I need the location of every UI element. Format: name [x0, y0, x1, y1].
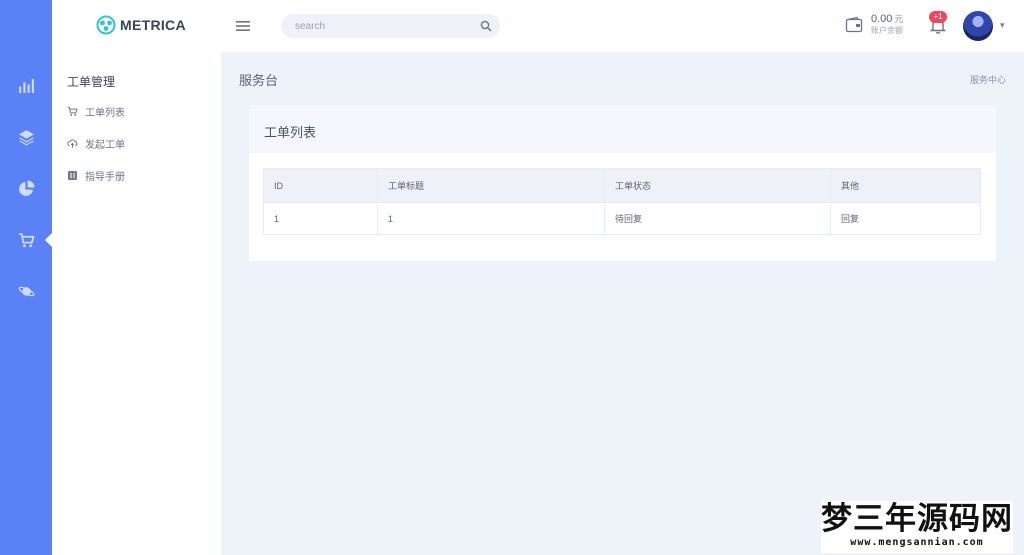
- wallet-balance[interactable]: 0.00 元 账户余额: [845, 13, 903, 37]
- breadcrumb[interactable]: 服务中心: [970, 73, 1006, 86]
- top-bar: METRICA 0.00元 账户余额 +1 ▾: [52, 0, 1024, 52]
- cart-icon: [67, 106, 78, 116]
- table-header-row: ID 工单标题 工单状态 其他: [263, 168, 981, 203]
- brand-logo[interactable]: METRICA: [96, 15, 186, 35]
- search-box: [281, 14, 500, 38]
- watermark: 梦三年源码网 www.mengsannian.com: [821, 501, 1013, 553]
- sub-sidebar: 工单管理 工单列表 发起工单 指导手册: [52, 52, 221, 555]
- layers-icon[interactable]: [0, 122, 52, 152]
- watermark-title: 梦三年源码网: [821, 501, 1013, 537]
- planet-icon[interactable]: [0, 276, 52, 306]
- icon-rail: [0, 0, 52, 555]
- reply-link[interactable]: 回复: [830, 202, 981, 235]
- subnav-item-label: 工单列表: [85, 108, 125, 119]
- notification-badge: +1: [929, 11, 947, 23]
- search-input[interactable]: [295, 18, 465, 34]
- ticket-card: 工单列表 ID 工单标题 工单状态 其他 1 1 待回复 回复: [249, 105, 996, 261]
- book-icon: [68, 171, 77, 180]
- column-header-id: ID: [263, 168, 378, 203]
- cell-status: 待回复: [604, 202, 831, 235]
- cloud-upload-icon: [67, 139, 78, 148]
- subnav-item-new-ticket[interactable]: 发起工单: [67, 136, 125, 151]
- subnav-item-label: 指导手册: [85, 172, 125, 183]
- search-icon[interactable]: [480, 20, 492, 32]
- column-header-title: 工单标题: [377, 168, 605, 203]
- wallet-icon: [845, 16, 863, 33]
- page-title: 服务台: [239, 73, 279, 88]
- table-row[interactable]: 1 1 待回复 回复: [263, 202, 981, 235]
- balance-amount: 0.00: [871, 13, 893, 25]
- cell-title: 1: [377, 202, 605, 235]
- subnav-item-guide[interactable]: 指导手册: [67, 168, 125, 183]
- column-header-status: 工单状态: [604, 168, 831, 203]
- metrica-logo-icon: [96, 15, 116, 35]
- chevron-down-icon[interactable]: ▾: [1000, 20, 1005, 31]
- subnav-item-ticket-list[interactable]: 工单列表: [67, 104, 125, 119]
- card-title: 工单列表: [249, 105, 996, 153]
- balance-label: 账户余额: [871, 26, 903, 35]
- subnav-item-label: 发起工单: [85, 140, 125, 151]
- avatar[interactable]: [963, 11, 993, 41]
- chart-icon[interactable]: [0, 70, 52, 100]
- cart-icon[interactable]: [0, 225, 52, 255]
- cell-id: 1: [263, 202, 378, 235]
- ticket-table: ID 工单标题 工单状态 其他 1 1 待回复 回复: [263, 168, 981, 235]
- balance-currency: 元: [894, 14, 904, 24]
- column-header-other: 其他: [830, 168, 981, 203]
- menu-toggle-icon[interactable]: [232, 15, 254, 37]
- brand-name: METRICA: [120, 17, 186, 33]
- pie-icon[interactable]: [0, 173, 52, 203]
- watermark-url: www.mengsannian.com: [850, 537, 984, 548]
- subnav-title: 工单管理: [67, 75, 116, 89]
